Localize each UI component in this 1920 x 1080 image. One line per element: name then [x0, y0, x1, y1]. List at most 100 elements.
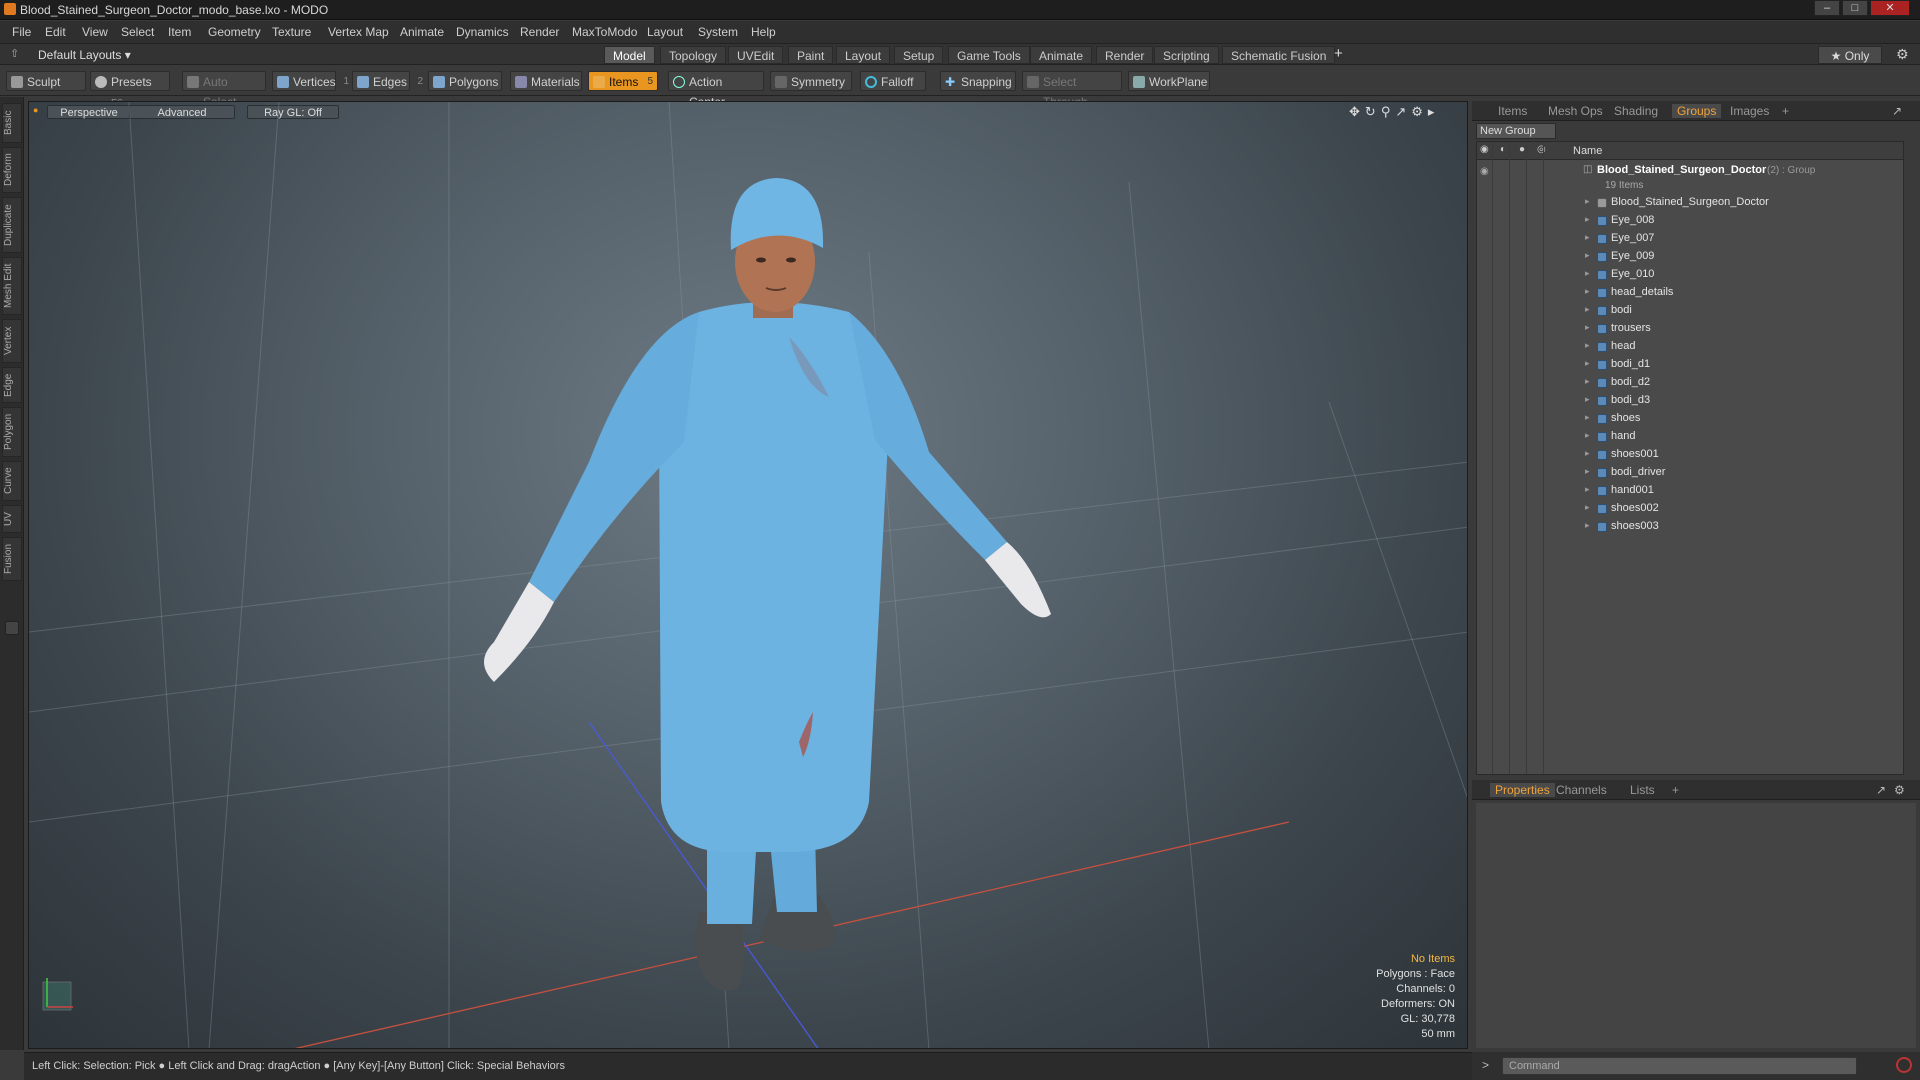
menu-dynamics[interactable]: Dynamics	[456, 25, 509, 39]
list-item[interactable]: ▸ Blood_Stained_Surgeon_Doctor	[1477, 194, 1903, 212]
list-item[interactable]: ▸ bodi_d3	[1477, 392, 1903, 410]
tab-topology[interactable]: Topology	[660, 46, 727, 64]
vtab-uv[interactable]: UV	[2, 505, 22, 533]
tab-uvedit[interactable]: UVEdit	[728, 46, 784, 64]
list-item[interactable]: ▸ hand001	[1477, 482, 1903, 500]
falloff-button[interactable]: Falloff	[860, 71, 926, 91]
snapping-button[interactable]: ✚ Snapping	[940, 71, 1016, 91]
add-panel-tab-button[interactable]: +	[1782, 104, 1789, 118]
list-item[interactable]: ▸ shoes002	[1477, 500, 1903, 518]
menu-texture[interactable]: Texture	[272, 25, 311, 39]
presets-button[interactable]: Presets F6	[90, 71, 170, 109]
expand-bottom-panel-icon[interactable]: ↗	[1876, 783, 1886, 797]
auto-select-button[interactable]: Auto Select	[182, 71, 266, 109]
list-item[interactable]: ▸ bodi	[1477, 302, 1903, 320]
3d-viewport[interactable]: ● Perspective Advanced Ray GL: Off ✥↻⚲↗⚙…	[28, 101, 1468, 1049]
add-bottom-tab-button[interactable]: +	[1672, 783, 1679, 797]
menu-item[interactable]: Item	[168, 25, 191, 39]
vertices-button[interactable]: Vertices 1	[272, 71, 349, 91]
list-item[interactable]: ▸ head	[1477, 338, 1903, 356]
add-tab-button[interactable]: +	[1334, 45, 1343, 62]
list-item[interactable]: ▸ bodi_driver	[1477, 464, 1903, 482]
menu-animate[interactable]: Animate	[400, 25, 444, 39]
list-item[interactable]: ▸ Eye_008	[1477, 212, 1903, 230]
vtab-mesh-edit[interactable]: Mesh Edit	[2, 257, 22, 315]
list-item[interactable]: ▸ hand	[1477, 428, 1903, 446]
expand-panel-icon[interactable]: ↗	[1892, 104, 1902, 118]
tab-schematic-fusion[interactable]: Schematic Fusion	[1222, 46, 1336, 64]
menu-layout[interactable]: Layout	[647, 25, 683, 39]
maximize-button[interactable]: □	[1842, 0, 1868, 16]
list-item[interactable]: ▸ bodi_d2	[1477, 374, 1903, 392]
sculpt-button[interactable]: Sculpt	[6, 71, 86, 91]
vtab-fusion[interactable]: Fusion	[2, 537, 22, 581]
menu-select[interactable]: Select	[121, 25, 154, 39]
menu-system[interactable]: System	[698, 25, 738, 39]
menu-vertex-map[interactable]: Vertex Map	[328, 25, 389, 39]
gear-icon[interactable]: ⚙	[1896, 46, 1909, 63]
vtab-polygon[interactable]: Polygon	[2, 407, 22, 457]
menu-maxtomodo[interactable]: MaxToModo	[572, 25, 637, 39]
expand-icon: ▸	[1585, 448, 1590, 458]
layout-arrow-icon[interactable]: ⇧	[10, 47, 19, 60]
tab-setup[interactable]: Setup	[894, 46, 944, 64]
menu-edit[interactable]: Edit	[45, 25, 66, 39]
list-item[interactable]: ▸ head_details	[1477, 284, 1903, 302]
only-toggle[interactable]: ★ Only	[1818, 46, 1882, 64]
strip-toggle-button[interactable]	[5, 621, 19, 635]
edges-button[interactable]: Edges 2	[352, 71, 423, 91]
select-through-button[interactable]: Select Through	[1022, 71, 1122, 109]
menu-render[interactable]: Render	[520, 25, 559, 39]
bottom-panel-tabs: Properties Channels Lists + ↗ ⚙	[1472, 780, 1920, 800]
tab-items[interactable]: Items	[1498, 104, 1527, 118]
tab-scripting[interactable]: Scripting	[1154, 46, 1219, 64]
list-item[interactable]: ▸ shoes001	[1477, 446, 1903, 464]
menu-file[interactable]: File	[12, 25, 31, 39]
menu-help[interactable]: Help	[751, 25, 776, 39]
list-item[interactable]: ▸ Eye_010	[1477, 266, 1903, 284]
command-input[interactable]: Command	[1502, 1057, 1857, 1075]
workplane-button[interactable]: WorkPlane	[1128, 71, 1210, 91]
tab-paint[interactable]: Paint	[788, 46, 834, 64]
tab-images[interactable]: Images	[1730, 104, 1769, 118]
tab-mesh-ops[interactable]: Mesh Ops	[1548, 104, 1603, 118]
close-button[interactable]: ✕	[1870, 0, 1910, 16]
record-icon[interactable]	[1896, 1057, 1912, 1073]
list-item[interactable]: ▸ Eye_007	[1477, 230, 1903, 248]
tab-shading[interactable]: Shading	[1614, 104, 1658, 118]
polygons-button[interactable]: Polygons	[428, 71, 502, 91]
vtab-deform[interactable]: Deform	[2, 147, 22, 193]
group-row[interactable]: ◉ ◫ Blood_Stained_Surgeon_Doctor (2) : G…	[1477, 162, 1903, 194]
tab-lists[interactable]: Lists	[1630, 783, 1655, 797]
expand-icon: ▸	[1585, 430, 1590, 440]
action-center-button[interactable]: Action Center	[668, 71, 764, 109]
vtab-duplicate[interactable]: Duplicate	[2, 197, 22, 253]
vtab-curve[interactable]: Curve	[2, 461, 22, 501]
eye-icon[interactable]: ◉	[1480, 166, 1489, 177]
tab-channels[interactable]: Channels	[1556, 783, 1607, 797]
list-item[interactable]: ▸ Eye_009	[1477, 248, 1903, 266]
list-item[interactable]: ▸ shoes	[1477, 410, 1903, 428]
tab-groups[interactable]: Groups	[1672, 104, 1722, 118]
default-layouts-dropdown[interactable]: Default Layouts ▾	[38, 48, 131, 62]
menu-geometry[interactable]: Geometry	[208, 25, 261, 39]
menu-view[interactable]: View	[82, 25, 108, 39]
new-group-button[interactable]: New Group	[1476, 123, 1556, 139]
tab-properties[interactable]: Properties	[1490, 783, 1555, 797]
tab-layout[interactable]: Layout	[836, 46, 891, 64]
materials-button[interactable]: Materials	[510, 71, 582, 91]
vtab-vertex[interactable]: Vertex	[2, 319, 22, 363]
tab-render[interactable]: Render	[1096, 46, 1154, 64]
list-item[interactable]: ▸ shoes003	[1477, 518, 1903, 536]
bottom-panel-gear-icon[interactable]: ⚙	[1894, 783, 1905, 797]
tab-game-tools[interactable]: Game Tools	[948, 46, 1030, 64]
symmetry-button[interactable]: Symmetry	[770, 71, 852, 91]
minimize-button[interactable]: –	[1814, 0, 1840, 16]
list-item[interactable]: ▸ trousers	[1477, 320, 1903, 338]
items-button[interactable]: Items 5	[588, 71, 658, 91]
list-item[interactable]: ▸ bodi_d1	[1477, 356, 1903, 374]
vtab-basic[interactable]: Basic	[2, 103, 22, 143]
tab-animate[interactable]: Animate	[1030, 46, 1093, 64]
vtab-edge[interactable]: Edge	[2, 367, 22, 403]
tab-model[interactable]: Model	[604, 46, 655, 64]
